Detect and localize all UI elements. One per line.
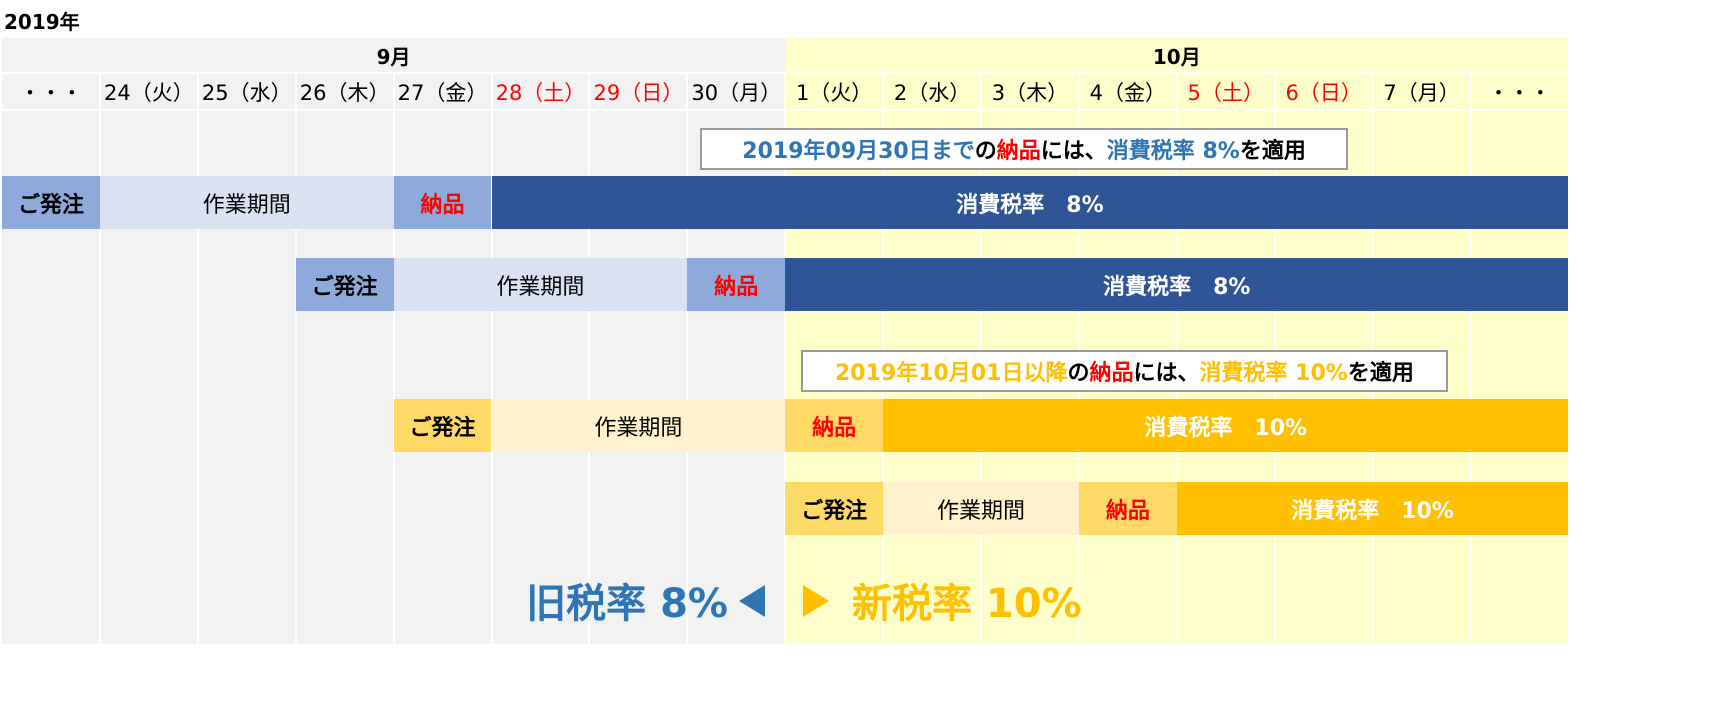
day-label: 30（月）	[691, 81, 782, 105]
work-period-bar: 作業期間	[393, 258, 688, 311]
day-label: 2（水）	[893, 81, 971, 105]
month-label: 10月	[1152, 44, 1201, 69]
day-label: 7（月）	[1383, 81, 1460, 105]
column-gridline	[490, 74, 493, 644]
work-period-bar: 作業期間	[883, 482, 1079, 535]
day-label: 6（日）	[1285, 81, 1362, 105]
tax-rate-bar: 消費税率 10%	[1176, 482, 1569, 535]
note-text-segment: 納品	[996, 139, 1041, 164]
note-text-segment: の	[974, 139, 997, 164]
day-label: 27（金）	[397, 81, 488, 105]
column-gridline	[686, 74, 689, 644]
day-label: 26（木）	[299, 81, 390, 105]
day-label: 24（火）	[103, 81, 194, 105]
order-bar: ご発注	[785, 482, 884, 535]
triangle-right-icon	[803, 585, 829, 617]
tax-rate-bar: 消費税率 10%	[883, 399, 1569, 452]
day-label: ・・・	[1487, 81, 1551, 105]
column-gridline	[98, 74, 101, 644]
day-label: 28（土）	[495, 81, 586, 105]
old-tax-rate-label: 旧税率 8%	[526, 581, 728, 627]
note-text-segment: 消費税率 10%	[1199, 361, 1348, 386]
note-text-segment: 2019年09月30日まで	[742, 139, 975, 164]
note-box: 2019年09月30日までの納品 には、 消費税率 8% を適用	[700, 128, 1349, 170]
note-text-segment: 2019年10月01日以降	[834, 361, 1068, 386]
day-label: ・・・	[19, 81, 83, 105]
delivery-bar: 納品	[687, 258, 786, 311]
note-text-segment: 消費税率 8%	[1106, 139, 1240, 164]
day-label: 25（水）	[201, 81, 292, 105]
column-gridline	[196, 74, 199, 644]
day-label: 3（木）	[991, 81, 1069, 105]
column-gridline	[1469, 74, 1472, 644]
new-tax-rate-label: 新税率 10%	[852, 581, 1082, 627]
order-bar: ご発注	[2, 176, 100, 229]
order-bar: ご発注	[295, 258, 394, 311]
tax-rate-bar: 消費税率 8%	[491, 176, 1569, 229]
tax-rate-bar: 消費税率 8%	[785, 258, 1569, 311]
note-text-segment: 納品	[1089, 361, 1134, 386]
day-label: 5（土）	[1187, 81, 1264, 105]
delivery-bar: 納品	[785, 399, 884, 452]
work-period-bar: 作業期間	[491, 399, 786, 452]
day-label: 29（日）	[593, 81, 684, 105]
work-period-bar: 作業期間	[99, 176, 394, 229]
order-bar: ご発注	[393, 399, 492, 452]
column-gridline	[294, 74, 297, 644]
note-text-segment: には、	[1133, 361, 1200, 386]
day-label: 1（火）	[795, 81, 873, 105]
column-gridline	[392, 74, 395, 644]
delivery-bar: 納品	[393, 176, 492, 229]
column-gridline	[588, 74, 591, 644]
note-box: 2019年10月01日以降の納品 には、 消費税率 10% を適用	[800, 350, 1448, 392]
note-text-segment: を適用	[1239, 139, 1306, 164]
day-label: 4（金）	[1089, 81, 1167, 105]
year-label: 2019年	[4, 10, 80, 34]
delivery-bar: 納品	[1078, 482, 1177, 535]
tax-rate-timeline-diagram: 2019年 9月 10月・・・ 24（火） 25（水） 26（木） 27（金） 28（土） 2…	[0, 0, 1729, 714]
note-text-segment: の	[1067, 361, 1090, 386]
triangle-left-icon	[739, 585, 765, 617]
note-text-segment: を適用	[1347, 361, 1414, 386]
note-text-segment: には、	[1040, 139, 1107, 164]
month-label: 9月	[376, 44, 411, 69]
